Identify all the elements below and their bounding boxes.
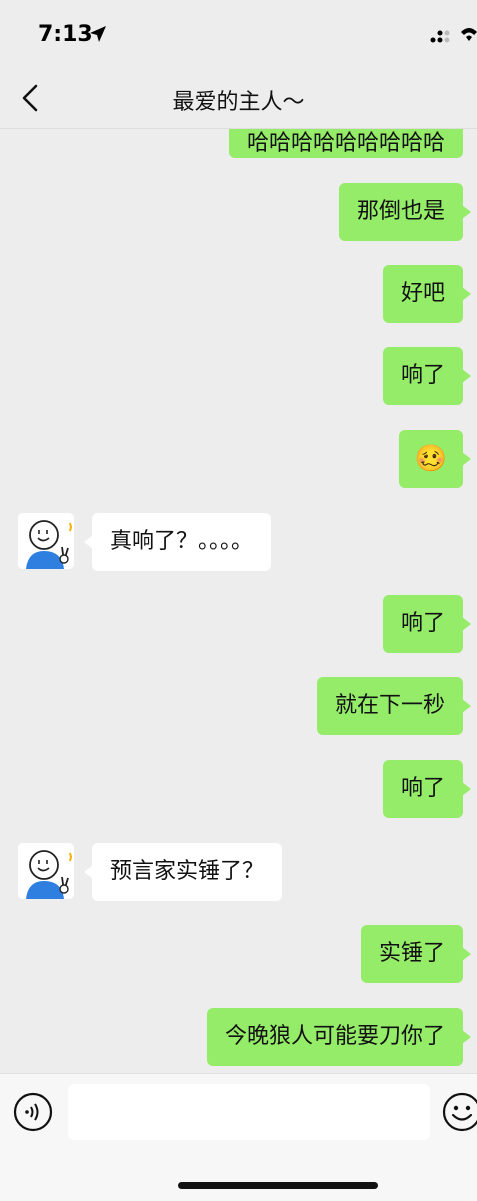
emoji-button[interactable] [442, 1092, 477, 1132]
message-list[interactable]: 哈哈哈哈哈哈哈哈哈 那倒也是 好吧 响了 🥴 真响了？。。。。 响了 就在下一秒 [0, 129, 477, 1073]
message-bubble-incoming[interactable]: 真响了？。。。。 [83, 513, 272, 571]
message-bubble-outgoing[interactable]: 响了 [382, 760, 472, 818]
message-text: 预言家实锤了？ [110, 859, 265, 884]
message-text: 哈哈哈哈哈哈哈哈哈 [246, 131, 445, 156]
chat-title: 最爱的主人～ [172, 90, 305, 115]
message-bubble-outgoing[interactable]: 那倒也是 [338, 183, 472, 241]
message-bubble-outgoing[interactable]: 好吧 [382, 265, 472, 323]
contact-avatar[interactable] [18, 843, 74, 899]
message-text: 真响了？。。。。 [110, 529, 254, 554]
message-text: 响了 [400, 363, 445, 388]
message-bubble-incoming[interactable]: 预言家实锤了？ [83, 843, 283, 901]
message-bubble-outgoing[interactable]: 实锤了 [360, 925, 472, 983]
message-bubble-outgoing[interactable]: 哈哈哈哈哈哈哈哈哈 [228, 129, 463, 158]
message-text: 好吧 [400, 281, 445, 306]
contact-avatar[interactable] [18, 513, 74, 569]
status-bar: 7:13 [0, 0, 477, 70]
message-input[interactable] [68, 1084, 430, 1140]
message-bubble-outgoing[interactable]: 响了 [382, 347, 472, 405]
location-arrow-icon [90, 26, 106, 42]
message-text: 就在下一秒 [334, 693, 445, 718]
message-text: 响了 [400, 776, 445, 801]
message-text: 今晚狼人可能要刀你了 [224, 1024, 445, 1049]
message-text: 响了 [400, 611, 445, 636]
message-bubble-outgoing[interactable]: 响了 [382, 595, 472, 653]
wifi-icon [461, 28, 477, 41]
signal-icon [430, 30, 450, 43]
message-text: 实锤了 [378, 941, 445, 966]
message-bubble-outgoing[interactable]: 就在下一秒 [316, 677, 472, 735]
nav-bar: 最爱的主人～ [0, 70, 477, 129]
voice-button[interactable] [13, 1092, 53, 1132]
avatar-peace-sign-character-icon [18, 843, 74, 899]
avatar-peace-sign-character-icon [18, 513, 74, 569]
status-time: 7:13 [38, 22, 93, 47]
voice-icon [13, 1092, 53, 1132]
emoji-icon [442, 1092, 477, 1132]
input-bar [0, 1073, 477, 1201]
message-bubble-outgoing[interactable]: 🥴 [399, 430, 471, 488]
home-indicator [178, 1182, 378, 1189]
message-text: 那倒也是 [356, 199, 445, 224]
message-bubble-outgoing[interactable]: 今晚狼人可能要刀你了 [206, 1008, 472, 1066]
woozy-face-emoji: 🥴 [414, 444, 448, 474]
